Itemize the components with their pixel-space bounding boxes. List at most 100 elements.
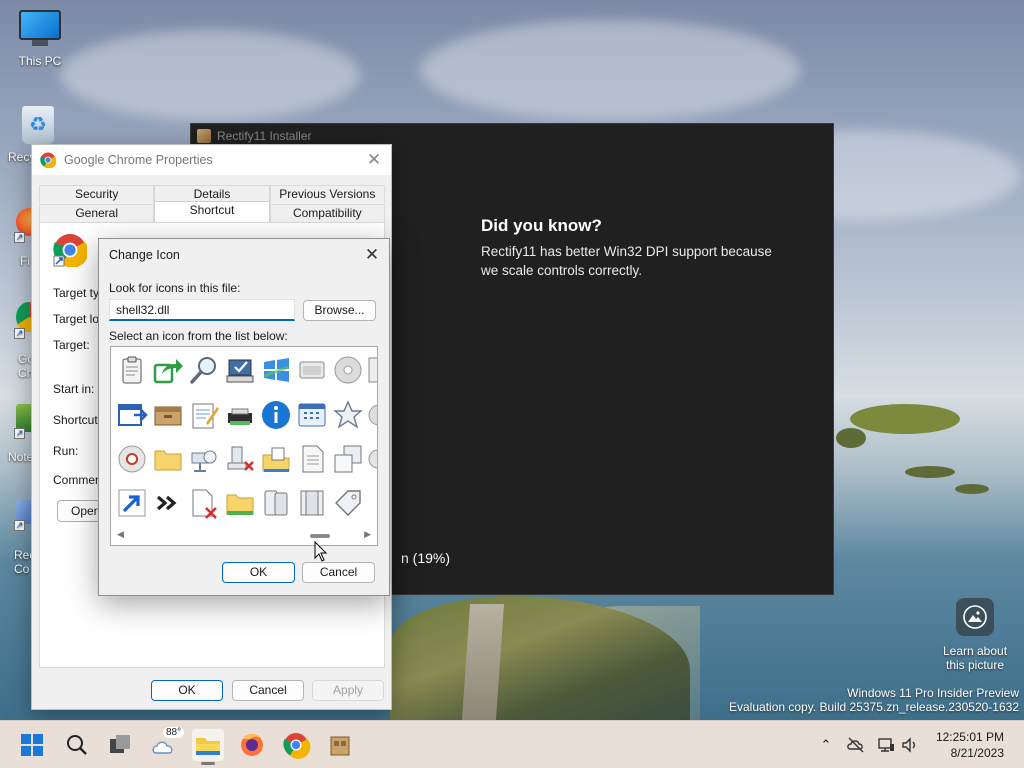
installer-icon [197,129,211,143]
notepad-icon[interactable] [188,399,220,431]
change-icon-close-button[interactable]: ✕ [361,244,383,266]
clipboard-icon[interactable] [116,354,148,386]
share-arrow-icon[interactable] [152,354,184,386]
clock-time: 12:25:01 PM [935,730,1004,744]
watermark-line2: Evaluation copy. Build 25375.zn_release.… [729,700,1019,714]
magnifier-icon[interactable] [188,354,220,386]
printer-icon[interactable] [224,399,256,431]
change-icon-cancel-button[interactable]: Cancel [302,562,375,583]
document-icon[interactable] [296,443,328,475]
run-label: Run: [53,444,79,458]
browse-button[interactable]: Browse... [303,300,376,321]
island [955,484,989,494]
star-icon[interactable] [332,399,364,431]
taskbar: 88° ⌃ 12:25:01 PM 8/21/2023 [0,720,1024,768]
change-icon-dialog: Change Icon ✕ Look for icons in this fil… [98,238,390,596]
partial-icon[interactable] [366,354,378,386]
search-button[interactable] [60,729,92,761]
scroll-right-icon[interactable]: ▶ [364,529,371,540]
disc-drive-icon[interactable] [116,443,148,475]
island [850,404,960,434]
weather-widget[interactable]: 88° [150,727,185,761]
users-icon[interactable] [260,487,292,519]
start-in-label: Start in: [53,382,95,396]
folder-document-icon[interactable] [260,443,292,475]
clock[interactable]: 12:25:01 PM 8/21/2023 [936,729,1004,761]
tip-body: Rectify11 has better Win32 DPI support b… [481,244,772,278]
tab-shortcut[interactable]: Shortcut [154,201,270,222]
clock-date: 8/21/2023 [950,746,1004,760]
tab-compatibility[interactable]: Compatibility [269,204,385,222]
recycle-bin-icon [22,106,54,144]
task-view-icon [110,735,130,753]
close-button[interactable]: ✕ [363,149,385,171]
select-icon-label: Select an icon from the list below: [109,329,288,343]
file-explorer-icon [196,738,220,755]
active-indicator [201,762,215,765]
file-explorer-button[interactable] [192,729,224,765]
firefox-button[interactable] [236,729,268,761]
tag-icon[interactable] [332,487,364,519]
start-button[interactable] [16,729,48,761]
search-icon [67,735,87,755]
panel-icon[interactable] [296,487,328,519]
desktop-icon-this-pc[interactable]: This PC [2,10,78,68]
cancel-button[interactable]: Cancel [232,680,304,701]
tip-heading: Did you know? [481,216,602,235]
onedrive-off-icon[interactable] [846,735,866,755]
windows-overlap-icon[interactable] [332,443,364,475]
windows-logo-icon[interactable] [260,354,292,386]
horizontal-scrollbar[interactable]: ◀ ▶ [111,527,377,545]
shortcut-arrow-icon: ↗ [14,328,25,339]
network-printer-icon[interactable] [188,443,220,475]
archive-box-icon[interactable] [152,399,184,431]
cloud [60,30,360,120]
apply-button[interactable]: Apply [312,680,384,701]
info-icon[interactable] [260,399,292,431]
close-icon: ✕ [366,150,382,169]
chrome-taskbar-button[interactable] [280,729,312,761]
scroll-left-icon[interactable]: ◀ [117,529,124,540]
folder-open-icon[interactable] [224,487,256,519]
icon-file-input[interactable]: shell32.dll [109,299,295,321]
partial-icon[interactable] [366,399,378,431]
learn-about-picture[interactable]: Learn about this picture [940,598,1010,672]
cd-icon[interactable] [332,354,364,386]
computer-check-icon[interactable] [224,354,256,386]
network-icon[interactable] [876,735,896,755]
close-icon: ✕ [364,245,380,264]
window-arrow-icon[interactable] [116,399,148,431]
evaluation-watermark: Windows 11 Pro Insider Preview Evaluatio… [729,686,1019,714]
installer-taskbar-button[interactable] [324,729,356,761]
shortcut-arrow-icon: ↗ [14,232,25,243]
chrome-icon [283,733,311,759]
folder-icon[interactable] [152,443,184,475]
volume-icon[interactable] [900,735,920,755]
tab-previous-versions[interactable]: Previous Versions [269,185,385,203]
task-view-button[interactable] [104,729,136,761]
tab-general[interactable]: General [39,204,155,222]
shortcut-arrow-icon[interactable] [116,487,148,519]
change-icon-ok-button[interactable]: OK [222,562,295,583]
properties-title: Google Chrome Properties [64,153,213,167]
island [836,428,866,448]
watermark-line1: Windows 11 Pro Insider Preview [847,686,1019,700]
tab-security[interactable]: Security [39,185,155,203]
camera-icon [956,598,994,636]
icon-list[interactable]: ◀ ▶ [110,346,378,546]
chevron-up-icon[interactable]: ⌃ [814,737,838,753]
calendar-grid-icon[interactable] [296,399,328,431]
ok-button[interactable]: OK [151,680,223,701]
document-x-icon[interactable] [188,487,220,519]
island [905,466,955,478]
chrome-large-icon [53,234,87,267]
window-frame-icon[interactable] [296,354,328,386]
partial-icon[interactable] [366,443,378,475]
target-label: Target: [53,338,90,352]
chevrons-icon[interactable] [152,487,184,519]
monitor-icon [18,10,62,50]
cloud [420,20,800,120]
scroll-thumb[interactable] [310,534,330,538]
user-x-icon[interactable] [224,443,256,475]
properties-titlebar[interactable]: Google Chrome Properties [32,145,391,175]
